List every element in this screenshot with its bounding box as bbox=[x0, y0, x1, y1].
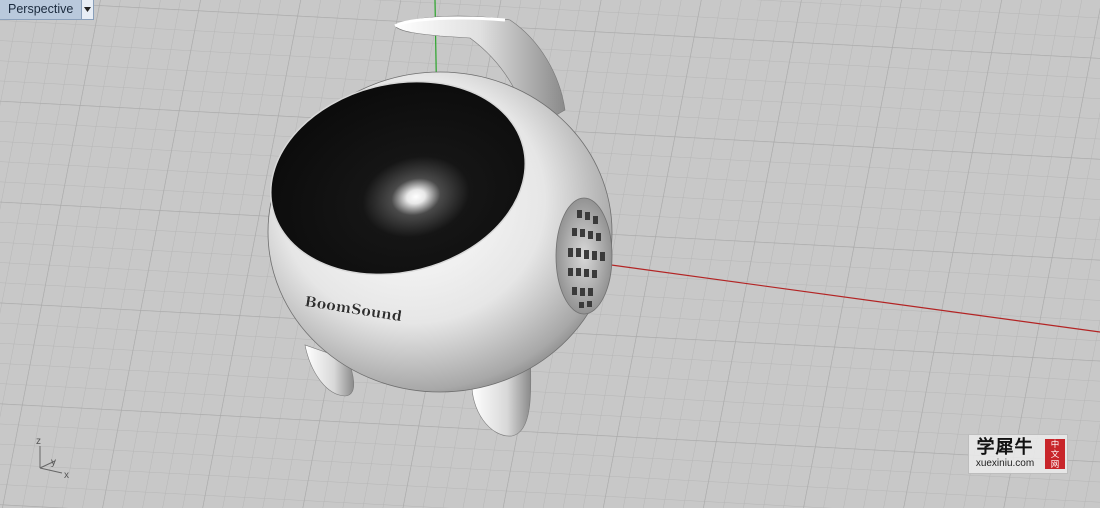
triangle-down-icon bbox=[84, 7, 92, 12]
gizmo-z-label: z bbox=[36, 436, 41, 447]
watermark-logo: 学犀牛 xuexiniu.com 中 文 网 bbox=[968, 434, 1068, 474]
badge-char-3: 网 bbox=[1050, 459, 1060, 469]
viewport-scene[interactable]: BoomSound z y x bbox=[0, 0, 1100, 508]
gizmo-y-label: y bbox=[51, 457, 56, 468]
perspective-viewport[interactable]: BoomSound z y x Perspective 学犀牛 xuexiniu… bbox=[0, 0, 1100, 508]
viewport-title[interactable]: Perspective bbox=[0, 0, 81, 19]
viewport-menu-button[interactable] bbox=[81, 0, 94, 19]
viewport-title-tab[interactable]: Perspective bbox=[0, 0, 95, 20]
gizmo-x-label: x bbox=[64, 470, 69, 481]
badge-char-2: 文 bbox=[1050, 449, 1060, 459]
watermark-brand: 学犀牛 bbox=[976, 437, 1034, 458]
watermark-badge: 中 文 网 bbox=[1045, 439, 1065, 469]
side-speaker-grille[interactable] bbox=[555, 197, 613, 315]
watermark-url: xuexiniu.com bbox=[975, 458, 1035, 469]
badge-char-1: 中 bbox=[1050, 439, 1060, 449]
